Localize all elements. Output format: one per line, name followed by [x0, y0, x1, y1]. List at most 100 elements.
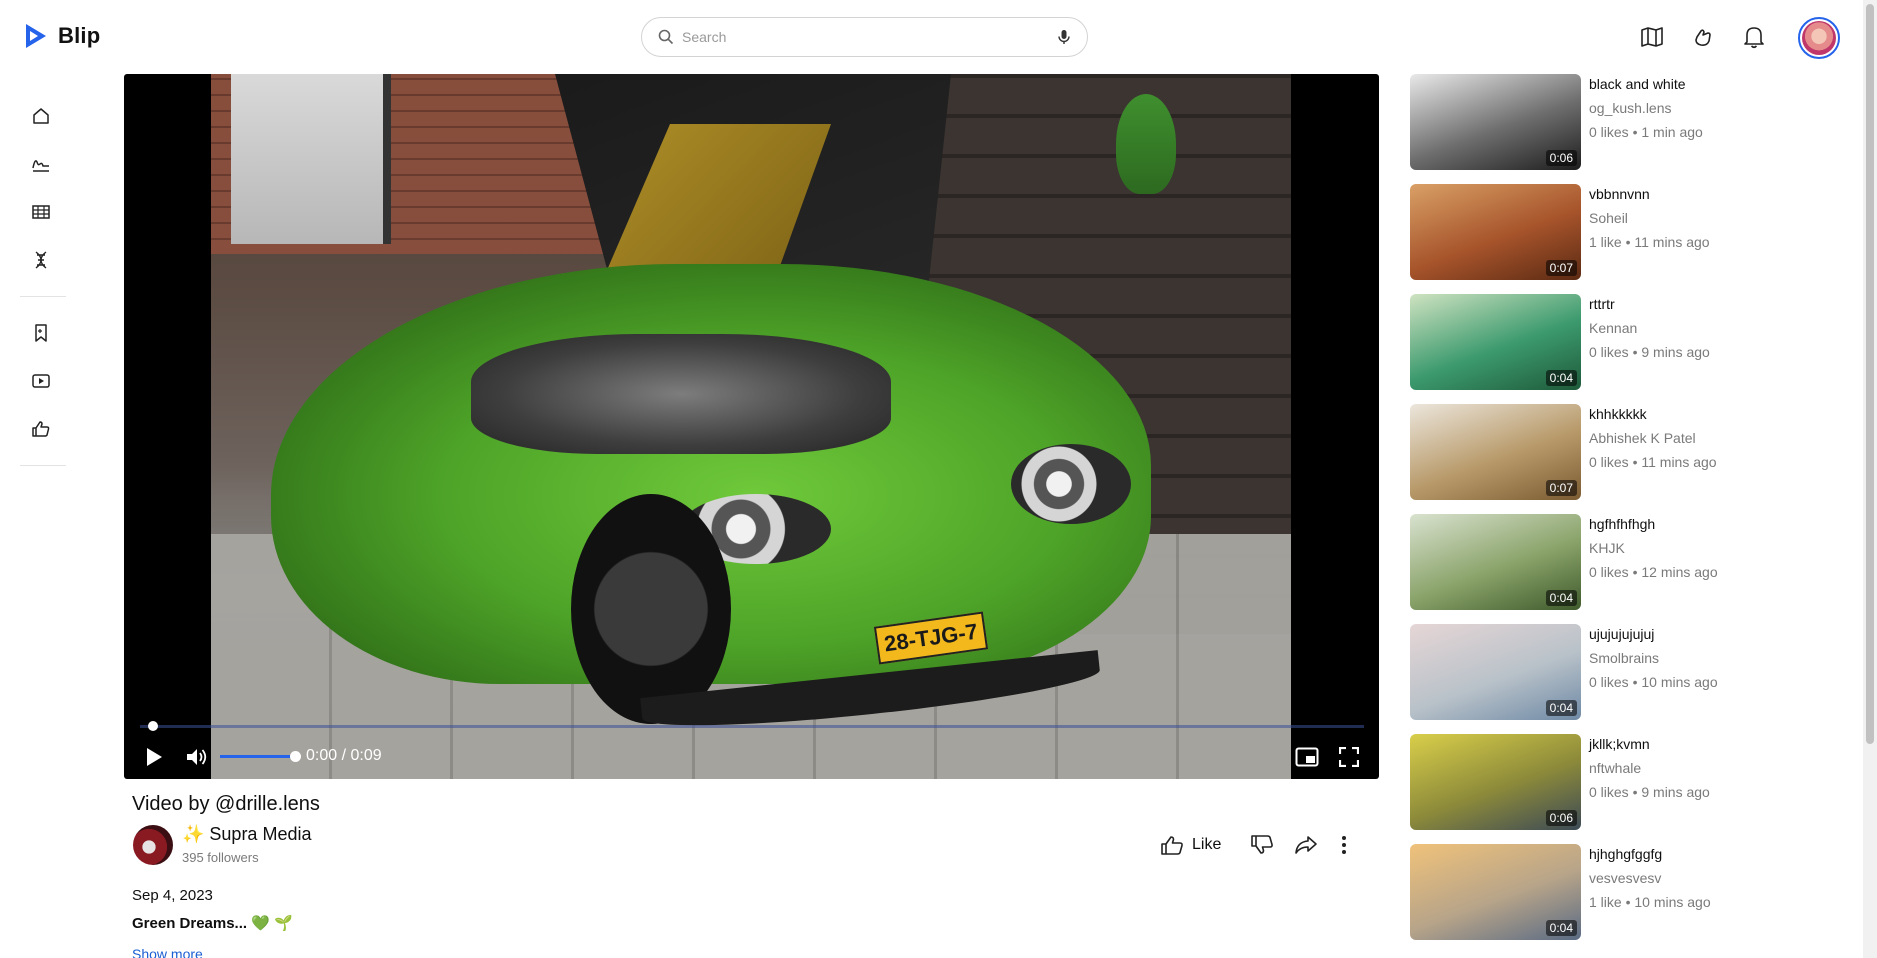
suggested-video-channel[interactable]: Kennan [1589, 320, 1637, 336]
video-thumbnail[interactable]: 0:07 [1410, 184, 1581, 280]
volume-slider[interactable] [220, 755, 292, 758]
volume-icon [187, 749, 207, 765]
app-logo[interactable]: Blip [24, 22, 100, 50]
home-icon [33, 108, 49, 124]
thumbs-down-icon [1251, 835, 1273, 854]
suggested-video-channel[interactable]: Abhishek K Patel [1589, 430, 1696, 446]
dislike-button[interactable] [1250, 830, 1274, 860]
blip-logo-icon [26, 24, 46, 48]
video-player[interactable]: 28-TJG-7 0:00 / 0:09 [124, 74, 1379, 779]
share-button[interactable] [1294, 830, 1318, 860]
suggested-video-meta: 0 likes • 9 mins ago [1589, 784, 1710, 800]
suggested-video-channel[interactable]: KHJK [1589, 540, 1625, 556]
video-title: Video by @drille.lens [132, 793, 320, 815]
suggested-video-item[interactable]: 0:04 ujujujujujuj Smolbrains 0 likes • 10 m… [1410, 624, 1770, 734]
suggested-video-meta: 0 likes • 11 mins ago [1589, 454, 1717, 470]
suggested-video-channel[interactable]: Smolbrains [1589, 650, 1659, 666]
top-bar: Blip [0, 0, 1860, 72]
video-thumbnail[interactable]: 0:04 [1410, 844, 1581, 940]
suggested-video-meta: 1 like • 10 mins ago [1589, 894, 1711, 910]
suggested-video-title[interactable]: ujujujujujuj [1589, 626, 1654, 642]
suggested-video-meta: 1 like • 11 mins ago [1589, 234, 1710, 250]
video-thumbnail[interactable]: 0:06 [1410, 734, 1581, 830]
duration-badge: 0:06 [1545, 810, 1577, 826]
search-input[interactable] [682, 29, 1057, 45]
suggested-video-title[interactable]: black and white [1589, 76, 1686, 92]
suggested-video-item[interactable]: 0:07 vbbnnvnn Soheil 1 like • 11 mins ago [1410, 184, 1770, 294]
suggested-video-item[interactable]: 0:04 rttrtr Kennan 0 likes • 9 mins ago [1410, 294, 1770, 404]
video-thumbnail[interactable]: 0:04 [1410, 624, 1581, 720]
picture-in-picture-icon [1295, 747, 1319, 767]
rail-liked[interactable] [20, 405, 62, 453]
volume-handle[interactable] [290, 751, 301, 762]
play-icon [147, 748, 162, 766]
app-name: Blip [58, 23, 101, 48]
suggested-video-channel[interactable]: nftwhale [1589, 760, 1641, 776]
duration-badge: 0:06 [1545, 150, 1577, 166]
rail-signature[interactable] [20, 140, 62, 188]
upload-date: Sep 4, 2023 [132, 887, 213, 904]
bell-icon[interactable] [1741, 24, 1767, 50]
fullscreen-button[interactable] [1334, 739, 1364, 775]
wave-hand-icon[interactable] [1690, 24, 1716, 50]
suggested-video-item[interactable]: 0:07 khhkkkkk Abhishek K Patel 0 likes • 11… [1410, 404, 1770, 514]
more-options-button[interactable] [1340, 830, 1348, 860]
video-frame[interactable]: 28-TJG-7 [211, 74, 1291, 779]
play-button[interactable] [140, 739, 168, 775]
duration-badge: 0:07 [1545, 480, 1577, 496]
duration-badge: 0:04 [1545, 590, 1577, 606]
miniplayer-button[interactable] [1292, 739, 1322, 775]
channel-avatar[interactable] [133, 825, 173, 865]
follower-count: 395 followers [182, 850, 259, 865]
seek-handle[interactable] [148, 721, 158, 731]
suggested-video-channel[interactable]: Soheil [1589, 210, 1628, 226]
search-bar[interactable] [641, 17, 1088, 57]
thumbs-up-icon [32, 421, 50, 437]
video-thumbnail[interactable]: 0:04 [1410, 514, 1581, 610]
show-more-link[interactable]: Show more [132, 946, 203, 958]
like-button[interactable]: Like [1160, 830, 1221, 860]
more-vertical-icon [1342, 836, 1346, 854]
left-rail [20, 92, 66, 478]
suggested-video-title[interactable]: hjhghgfggfg [1589, 846, 1662, 862]
share-icon [1295, 836, 1317, 854]
map-icon[interactable] [1639, 24, 1665, 50]
page-scrollbar[interactable] [1863, 0, 1877, 958]
suggested-video-item[interactable]: 0:04 hjhghgfggfg vesvesvesv 1 like • 10 min… [1410, 844, 1770, 954]
suggested-video-title[interactable]: vbbnnvnn [1589, 186, 1650, 202]
rail-saved[interactable] [20, 309, 62, 357]
user-avatar[interactable] [1798, 17, 1840, 59]
rail-dna[interactable] [20, 236, 62, 284]
seek-bar[interactable] [140, 721, 1364, 731]
signature-icon [32, 160, 49, 172]
video-thumbnail[interactable]: 0:06 [1410, 74, 1581, 170]
suggested-video-title[interactable]: khhkkkkk [1589, 406, 1647, 422]
suggested-video-item[interactable]: 0:06 black and white og_kush.lens 0 likes •… [1410, 74, 1770, 184]
time-display: 0:00 / 0:09 [306, 747, 382, 764]
suggested-video-channel[interactable]: vesvesvesv [1589, 870, 1661, 886]
like-label: Like [1192, 836, 1222, 853]
suggested-video-item[interactable]: 0:06 jkllk;kvmn nftwhale 0 likes • 9 mins a… [1410, 734, 1770, 844]
duration-badge: 0:04 [1545, 920, 1577, 936]
rail-your-videos[interactable] [20, 357, 62, 405]
video-thumbnail[interactable]: 0:04 [1410, 294, 1581, 390]
microphone-icon[interactable] [1057, 29, 1071, 45]
rail-films[interactable] [20, 188, 62, 236]
suggested-video-title[interactable]: rttrtr [1589, 296, 1615, 312]
suggested-video-item[interactable]: 0:04 hgfhfhfhgh KHJK 0 likes • 12 mins ago [1410, 514, 1770, 624]
suggested-video-meta: 0 likes • 10 mins ago [1589, 674, 1718, 690]
search-icon [658, 29, 674, 45]
video-description: Green Dreams... 💚 🌱 [132, 915, 293, 932]
mute-button[interactable] [182, 739, 212, 775]
suggested-video-meta: 0 likes • 9 mins ago [1589, 344, 1710, 360]
suggested-video-title[interactable]: jkllk;kvmn [1589, 736, 1650, 752]
scrollbar-thumb[interactable] [1866, 4, 1874, 744]
fullscreen-icon [1339, 747, 1359, 767]
suggested-video-channel[interactable]: og_kush.lens [1589, 100, 1672, 116]
channel-name[interactable]: ✨ Supra Media [182, 824, 311, 845]
rail-home[interactable] [20, 92, 62, 140]
duration-badge: 0:04 [1545, 370, 1577, 386]
film-icon [32, 205, 50, 219]
video-thumbnail[interactable]: 0:07 [1410, 404, 1581, 500]
suggested-video-title[interactable]: hgfhfhfhgh [1589, 516, 1655, 532]
